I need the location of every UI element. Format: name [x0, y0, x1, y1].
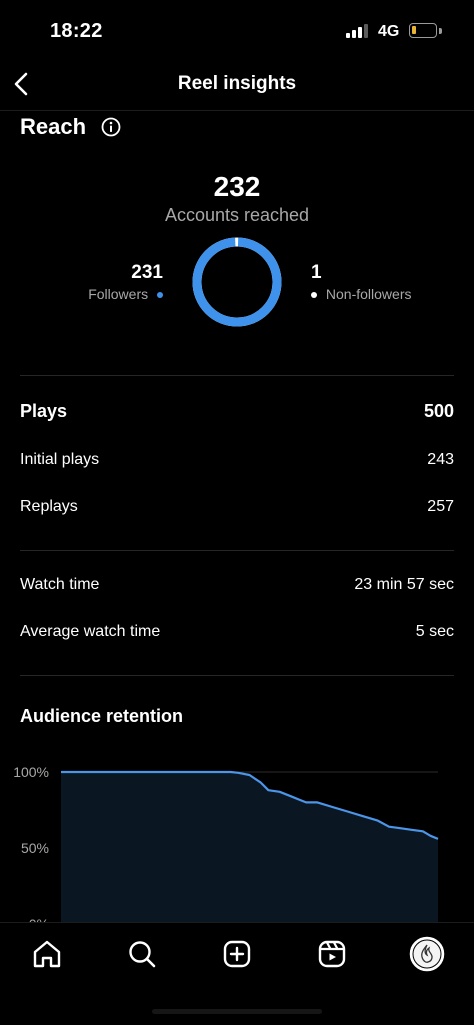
followers-label: Followers: [88, 286, 149, 302]
accounts-reached-value: 232: [213, 171, 261, 202]
reach-title: Reach: [20, 114, 87, 139]
retention-area: [61, 772, 438, 922]
reels-icon[interactable]: [315, 937, 349, 971]
initial-plays-value: 243: [427, 451, 454, 468]
avg-watch-time-label: Average watch time: [20, 623, 161, 640]
divider: [20, 675, 454, 676]
status-time: 18:22: [50, 20, 103, 42]
battery-icon: [409, 23, 437, 38]
audience-retention-title: Audience retention: [20, 706, 184, 726]
watch-time-value: 23 min 57 sec: [354, 576, 454, 593]
divider: [20, 375, 454, 376]
home-icon[interactable]: [30, 937, 64, 971]
header-divider: [0, 110, 474, 111]
page-title: Reel insights: [177, 73, 297, 94]
replays-value: 257: [427, 498, 454, 515]
retention-chart: 100%50%0%: [13, 764, 439, 922]
followers-dot: [157, 292, 163, 299]
nonfollowers-label: Non-followers: [325, 286, 412, 302]
network-label: 4G: [378, 23, 400, 40]
initial-plays-label: Initial plays: [20, 451, 100, 468]
watch-time-label: Watch time: [20, 576, 100, 593]
reach-donut-chart: [192, 237, 282, 327]
plays-total: 500: [423, 401, 454, 421]
signal-icon: [346, 24, 370, 38]
search-icon[interactable]: [125, 937, 159, 971]
nonfollowers-dot: [311, 292, 317, 299]
avg-watch-time-value: 5 sec: [415, 623, 454, 640]
replays-label: Replays: [20, 498, 78, 515]
followers-value: 231: [131, 262, 163, 283]
nonfollowers-value: 1: [311, 262, 322, 283]
divider: [20, 550, 454, 551]
accounts-reached-label: Accounts reached: [164, 205, 310, 225]
profile-avatar[interactable]: [409, 936, 445, 972]
followers-legend: Followers: [88, 286, 163, 302]
info-icon[interactable]: [101, 117, 121, 137]
nonfollowers-legend: Non-followers: [311, 286, 411, 302]
battery-tip: [439, 28, 442, 34]
plays-title: Plays: [20, 401, 68, 421]
donut-followers-arc: [192, 237, 282, 327]
home-indicator: [152, 1009, 322, 1014]
y-tick-label: 100%: [13, 764, 49, 780]
y-tick-label: 50%: [21, 840, 49, 856]
create-icon[interactable]: [220, 937, 254, 971]
